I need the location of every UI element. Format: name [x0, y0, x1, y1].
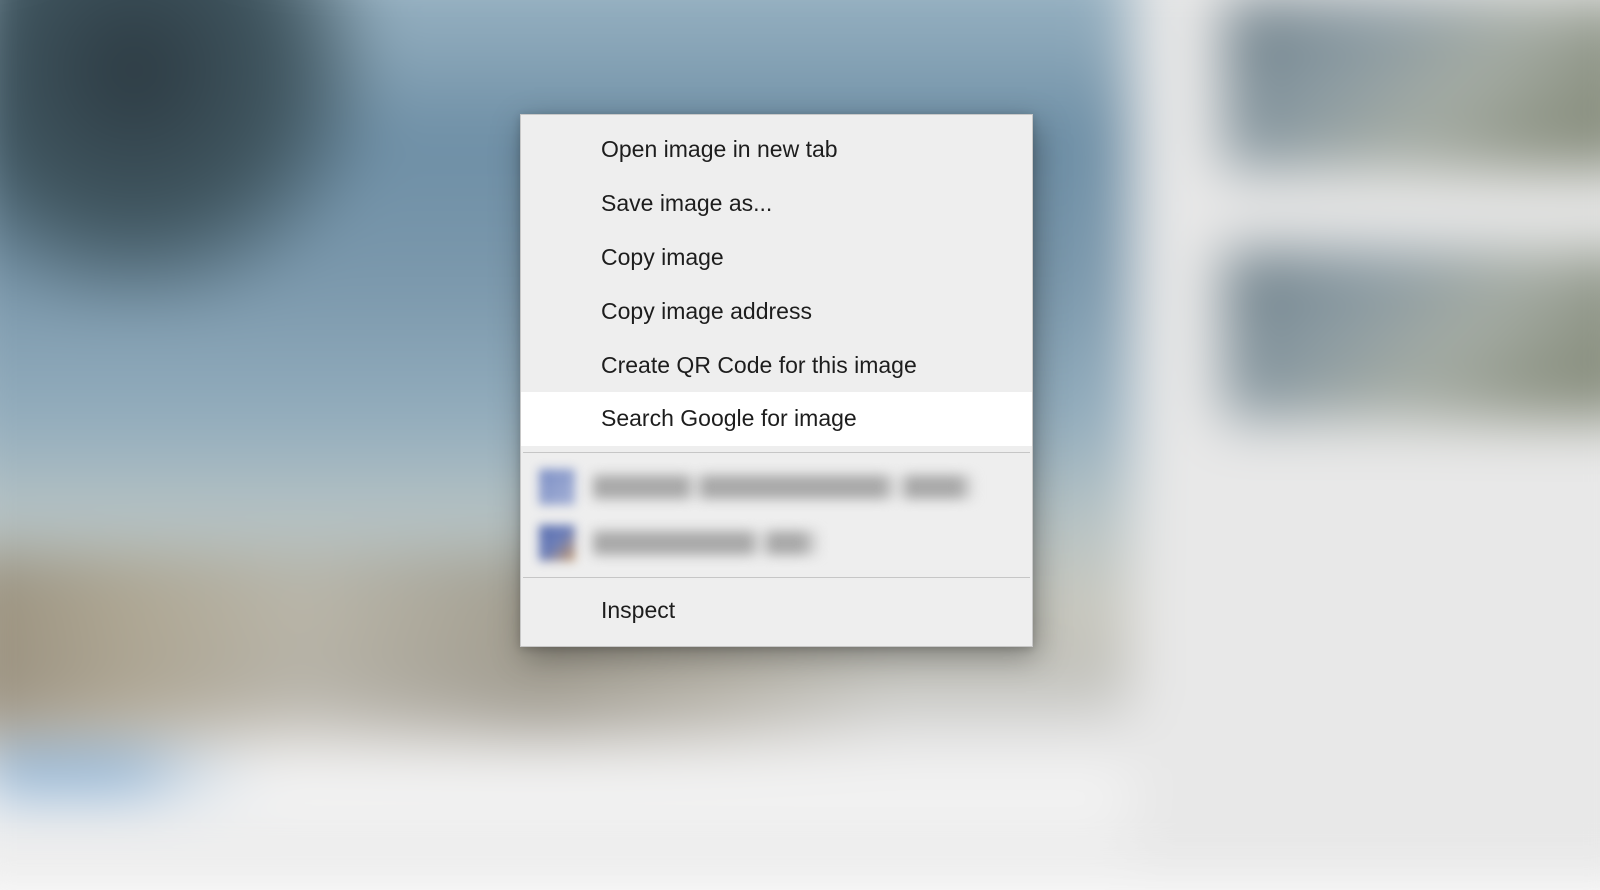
menu-separator: [523, 452, 1030, 453]
menu-item-create-qr-code[interactable]: Create QR Code for this image: [521, 339, 1032, 393]
menu-item-extension-2[interactable]: [521, 515, 1032, 571]
extension-icon: [539, 469, 575, 505]
menu-item-label: Create QR Code for this image: [601, 352, 917, 378]
menu-item-label: Copy image address: [601, 298, 812, 324]
menu-item-search-google-for-image[interactable]: Search Google for image: [521, 392, 1032, 446]
menu-item-open-image-new-tab[interactable]: Open image in new tab: [521, 123, 1032, 177]
menu-item-inspect[interactable]: Inspect: [521, 584, 1032, 638]
menu-item-copy-image[interactable]: Copy image: [521, 231, 1032, 285]
background-link-blur: [0, 749, 457, 796]
menu-item-label: Save image as...: [601, 190, 772, 216]
menu-item-extension-1[interactable]: [521, 459, 1032, 515]
context-menu: Open image in new tab Save image as... C…: [520, 114, 1033, 647]
extension-icon: [539, 525, 575, 561]
menu-item-copy-image-address[interactable]: Copy image address: [521, 285, 1032, 339]
menu-separator: [523, 577, 1030, 578]
menu-item-save-image-as[interactable]: Save image as...: [521, 177, 1032, 231]
background-sidebar-thumbnails: [1130, 0, 1600, 890]
menu-item-label: Open image in new tab: [601, 136, 838, 162]
extension-label-blurred: [593, 531, 919, 555]
menu-item-label: Copy image: [601, 244, 724, 270]
extension-label-blurred: [593, 475, 1018, 499]
menu-item-label: Search Google for image: [601, 405, 857, 431]
menu-item-label: Inspect: [601, 597, 675, 623]
